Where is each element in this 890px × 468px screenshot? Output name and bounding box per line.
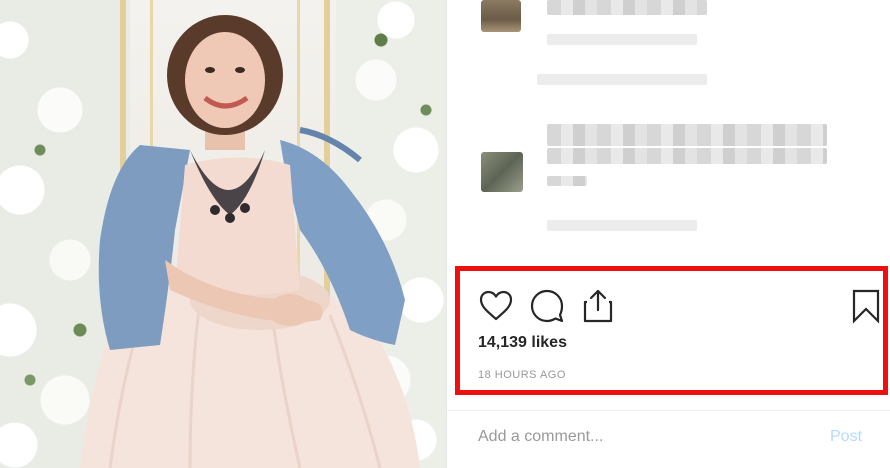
post-sidebar [447, 0, 890, 468]
blurred-comment-text [547, 124, 827, 146]
add-comment-input[interactable] [478, 424, 808, 450]
post-photo[interactable] [0, 0, 446, 468]
highlight-box [455, 266, 888, 395]
blurred-comment-text [547, 176, 587, 186]
comment-divider [447, 410, 890, 411]
woman-figure [80, 15, 420, 468]
blurred-comment-meta [547, 34, 697, 45]
commenter-avatar[interactable] [481, 0, 521, 32]
blurred-view-replies[interactable] [537, 74, 707, 85]
commenter-avatar[interactable] [481, 152, 523, 192]
post-comment-button[interactable]: Post [830, 424, 862, 450]
blurred-comment-text [547, 0, 707, 15]
blurred-comment-meta [547, 220, 697, 231]
blurred-comment-text [547, 148, 827, 164]
